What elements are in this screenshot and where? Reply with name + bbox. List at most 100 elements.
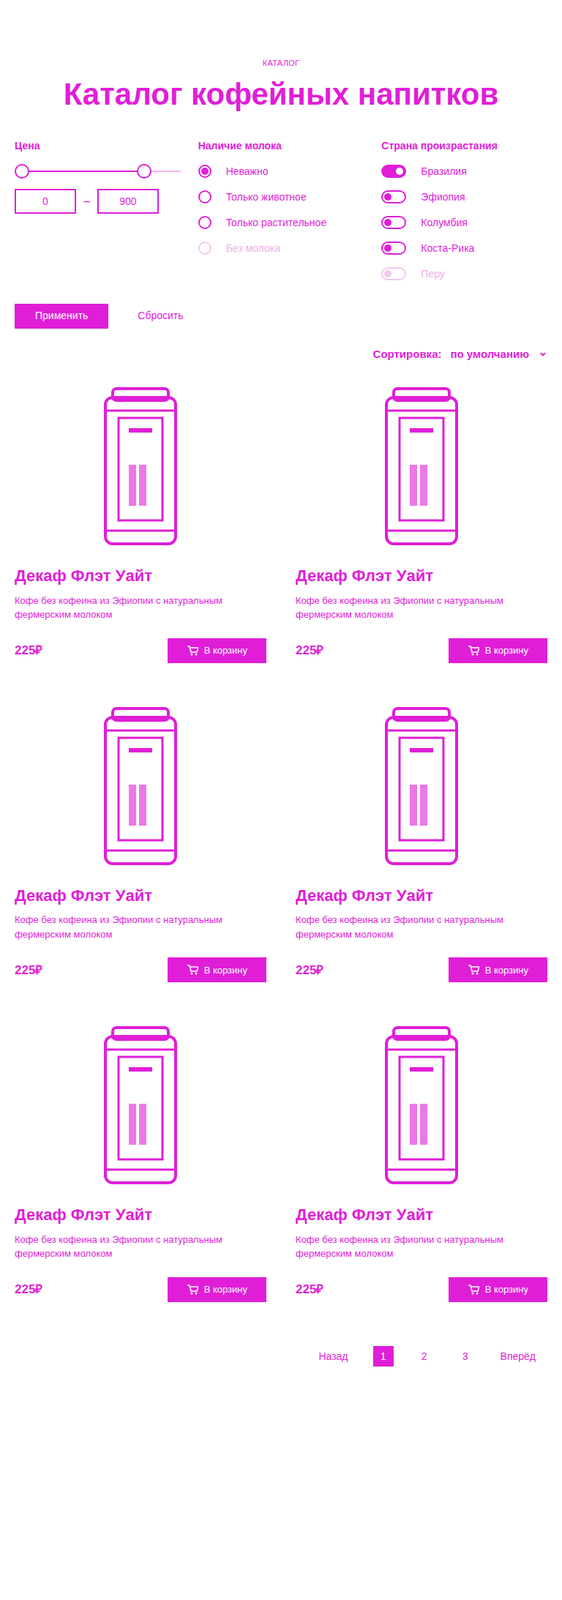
cart-icon	[186, 644, 199, 657]
product-name: Декаф Флэт Уайт	[295, 885, 548, 906]
milk-option[interactable]: Неважно	[198, 163, 365, 180]
cart-icon	[467, 963, 480, 976]
product-description: Кофе без кофеина из Эфиопии с натуральны…	[14, 593, 235, 623]
price-min-input[interactable]	[14, 188, 77, 214]
slider-handle-low[interactable]	[14, 163, 30, 179]
catalog-page: КАТАЛОГКаталог кофейных напитков Цена – Нал…	[0, 0, 562, 1382]
country-option[interactable]: Бразилия	[381, 163, 548, 180]
milk-option[interactable]: Только растительное	[198, 215, 365, 231]
product-description: Кофе без кофеина из Эфиопии с натуральны…	[295, 912, 516, 942]
toggle[interactable]	[381, 164, 407, 178]
eyebrow: КАТАЛОГ	[262, 57, 300, 70]
product-image	[14, 703, 267, 873]
product-card[interactable]: Декаф Флэт УайтКофе без кофеина из Эфиоп…	[14, 1023, 267, 1302]
milk-filter: Наличие молока Неважно Только животное Толь…	[198, 138, 365, 282]
option-label: Неважно	[226, 163, 269, 180]
product-card[interactable]: Декаф Флэт Уайт Кофе без кофеина из Эфиоп…	[295, 703, 548, 983]
product-footer: 225₽ В корзину	[295, 957, 548, 983]
product-card[interactable]: Декаф Флэт УайтКофе без кофеина из Эфиоп…	[14, 384, 267, 663]
sort-control[interactable]: Сортировка:по умолчанию⌄	[14, 346, 548, 363]
option-label: Колумбия	[420, 215, 468, 231]
toggle[interactable]	[381, 215, 407, 230]
toggle[interactable]	[381, 190, 407, 204]
filter-label: Наличие молока	[198, 138, 365, 154]
product-card[interactable]: Декаф Флэт УайтКофе без кофеина из Эфиоп…	[295, 384, 548, 663]
country-option[interactable]: Колумбия	[381, 215, 548, 231]
option-label: Перу	[420, 266, 445, 282]
add-to-cart-button[interactable]: В корзину	[448, 638, 548, 663]
milk-option[interactable]: Только животное	[198, 189, 365, 205]
button-label: В корзину	[204, 1282, 248, 1297]
product-card[interactable]: Декаф Флэт УайтКофе без кофеина из Эфиоп…	[14, 703, 267, 983]
reset-button[interactable]: Сбросить	[130, 303, 191, 329]
apply-button[interactable]: Применить	[14, 303, 109, 329]
country-option[interactable]: Коста-Рика	[381, 240, 548, 257]
product-price: 225₽	[14, 641, 43, 661]
product-image	[295, 1023, 548, 1192]
product-image	[295, 703, 548, 873]
radio	[198, 241, 212, 255]
can-icon	[377, 703, 466, 868]
toggle-knob	[384, 270, 392, 278]
country-option[interactable]: Эфиопия	[381, 189, 548, 205]
product-description: Кофе без кофеина из Эфиопии с натуральны…	[14, 1232, 235, 1261]
slider-handle-high[interactable]	[136, 163, 152, 179]
add-to-cart-button[interactable]: В корзину	[448, 957, 548, 983]
option-label: Эфиопия	[420, 189, 465, 205]
button-label: В корзину	[204, 643, 248, 658]
add-to-cart-button[interactable]: В корзину	[448, 1276, 548, 1302]
cart-icon	[186, 963, 199, 976]
can-icon	[96, 384, 185, 549]
radio[interactable]	[198, 164, 212, 178]
product-description: Кофе без кофеина из Эфиопии с натуральны…	[14, 912, 235, 942]
can-icon	[377, 1023, 466, 1187]
cart-icon	[467, 1283, 480, 1296]
can-icon	[96, 1023, 185, 1187]
radio[interactable]	[198, 190, 212, 204]
filter-label: Цена	[14, 138, 181, 154]
next-button[interactable]: Вперёд	[496, 1345, 541, 1367]
chevron-icon: ⌄	[537, 346, 548, 358]
page-button[interactable]: 2	[414, 1345, 435, 1367]
toggle-knob	[384, 218, 392, 227]
button-label: В корзину	[485, 1282, 529, 1297]
option-label: Коста-Рика	[420, 240, 475, 257]
catalog-header: КАТАЛОГКаталог кофейных напитков	[14, 57, 548, 112]
button-label: В корзину	[485, 643, 529, 658]
radio[interactable]	[198, 215, 212, 230]
filters: Цена – Наличие молока Неважно Только животно…	[14, 138, 548, 282]
country-option: Перу	[381, 266, 548, 282]
price-filter: Цена –	[14, 138, 181, 282]
toggle-knob	[384, 244, 392, 252]
price-dash: –	[83, 192, 91, 211]
toggle-knob	[384, 193, 392, 201]
product-description: Кофе без кофеина из Эфиопии с натуральны…	[295, 1232, 516, 1261]
product-price: 225₽	[295, 641, 324, 661]
radio-dot	[201, 167, 209, 175]
product-footer: 225₽ В корзину	[295, 638, 548, 663]
product-card[interactable]: Декаф Флэт УайтКофе без кофеина из Эфиоп…	[295, 1023, 548, 1302]
add-to-cart-button[interactable]: В корзину	[167, 1276, 267, 1302]
page-button[interactable]: 1	[373, 1345, 394, 1367]
add-to-cart-button[interactable]: В корзину	[167, 638, 267, 663]
product-price: 225₽	[295, 960, 324, 980]
product-image	[295, 384, 548, 553]
cart-icon	[186, 1283, 199, 1296]
can-icon	[96, 703, 185, 868]
price-max-input[interactable]	[97, 188, 159, 214]
toggle-knob	[395, 167, 404, 175]
add-to-cart-button[interactable]: В корзину	[167, 957, 267, 983]
prev-button[interactable]: Назад	[313, 1345, 352, 1367]
product-footer: 225₽ В корзину	[295, 1276, 548, 1302]
option-label: Бразилия	[420, 163, 467, 180]
option-label: Только животное	[226, 189, 307, 205]
price-slider[interactable]	[14, 163, 181, 179]
toggle[interactable]	[381, 241, 407, 255]
page-button[interactable]: 3	[455, 1345, 476, 1367]
milk-option: Без молока	[198, 240, 365, 257]
slider-fill	[14, 170, 145, 172]
product-price: 225₽	[14, 1279, 43, 1299]
sort-label: Сортировка:	[373, 346, 442, 363]
product-price: 225₽	[295, 1279, 324, 1299]
filter-label: Страна произрастания	[381, 138, 548, 154]
